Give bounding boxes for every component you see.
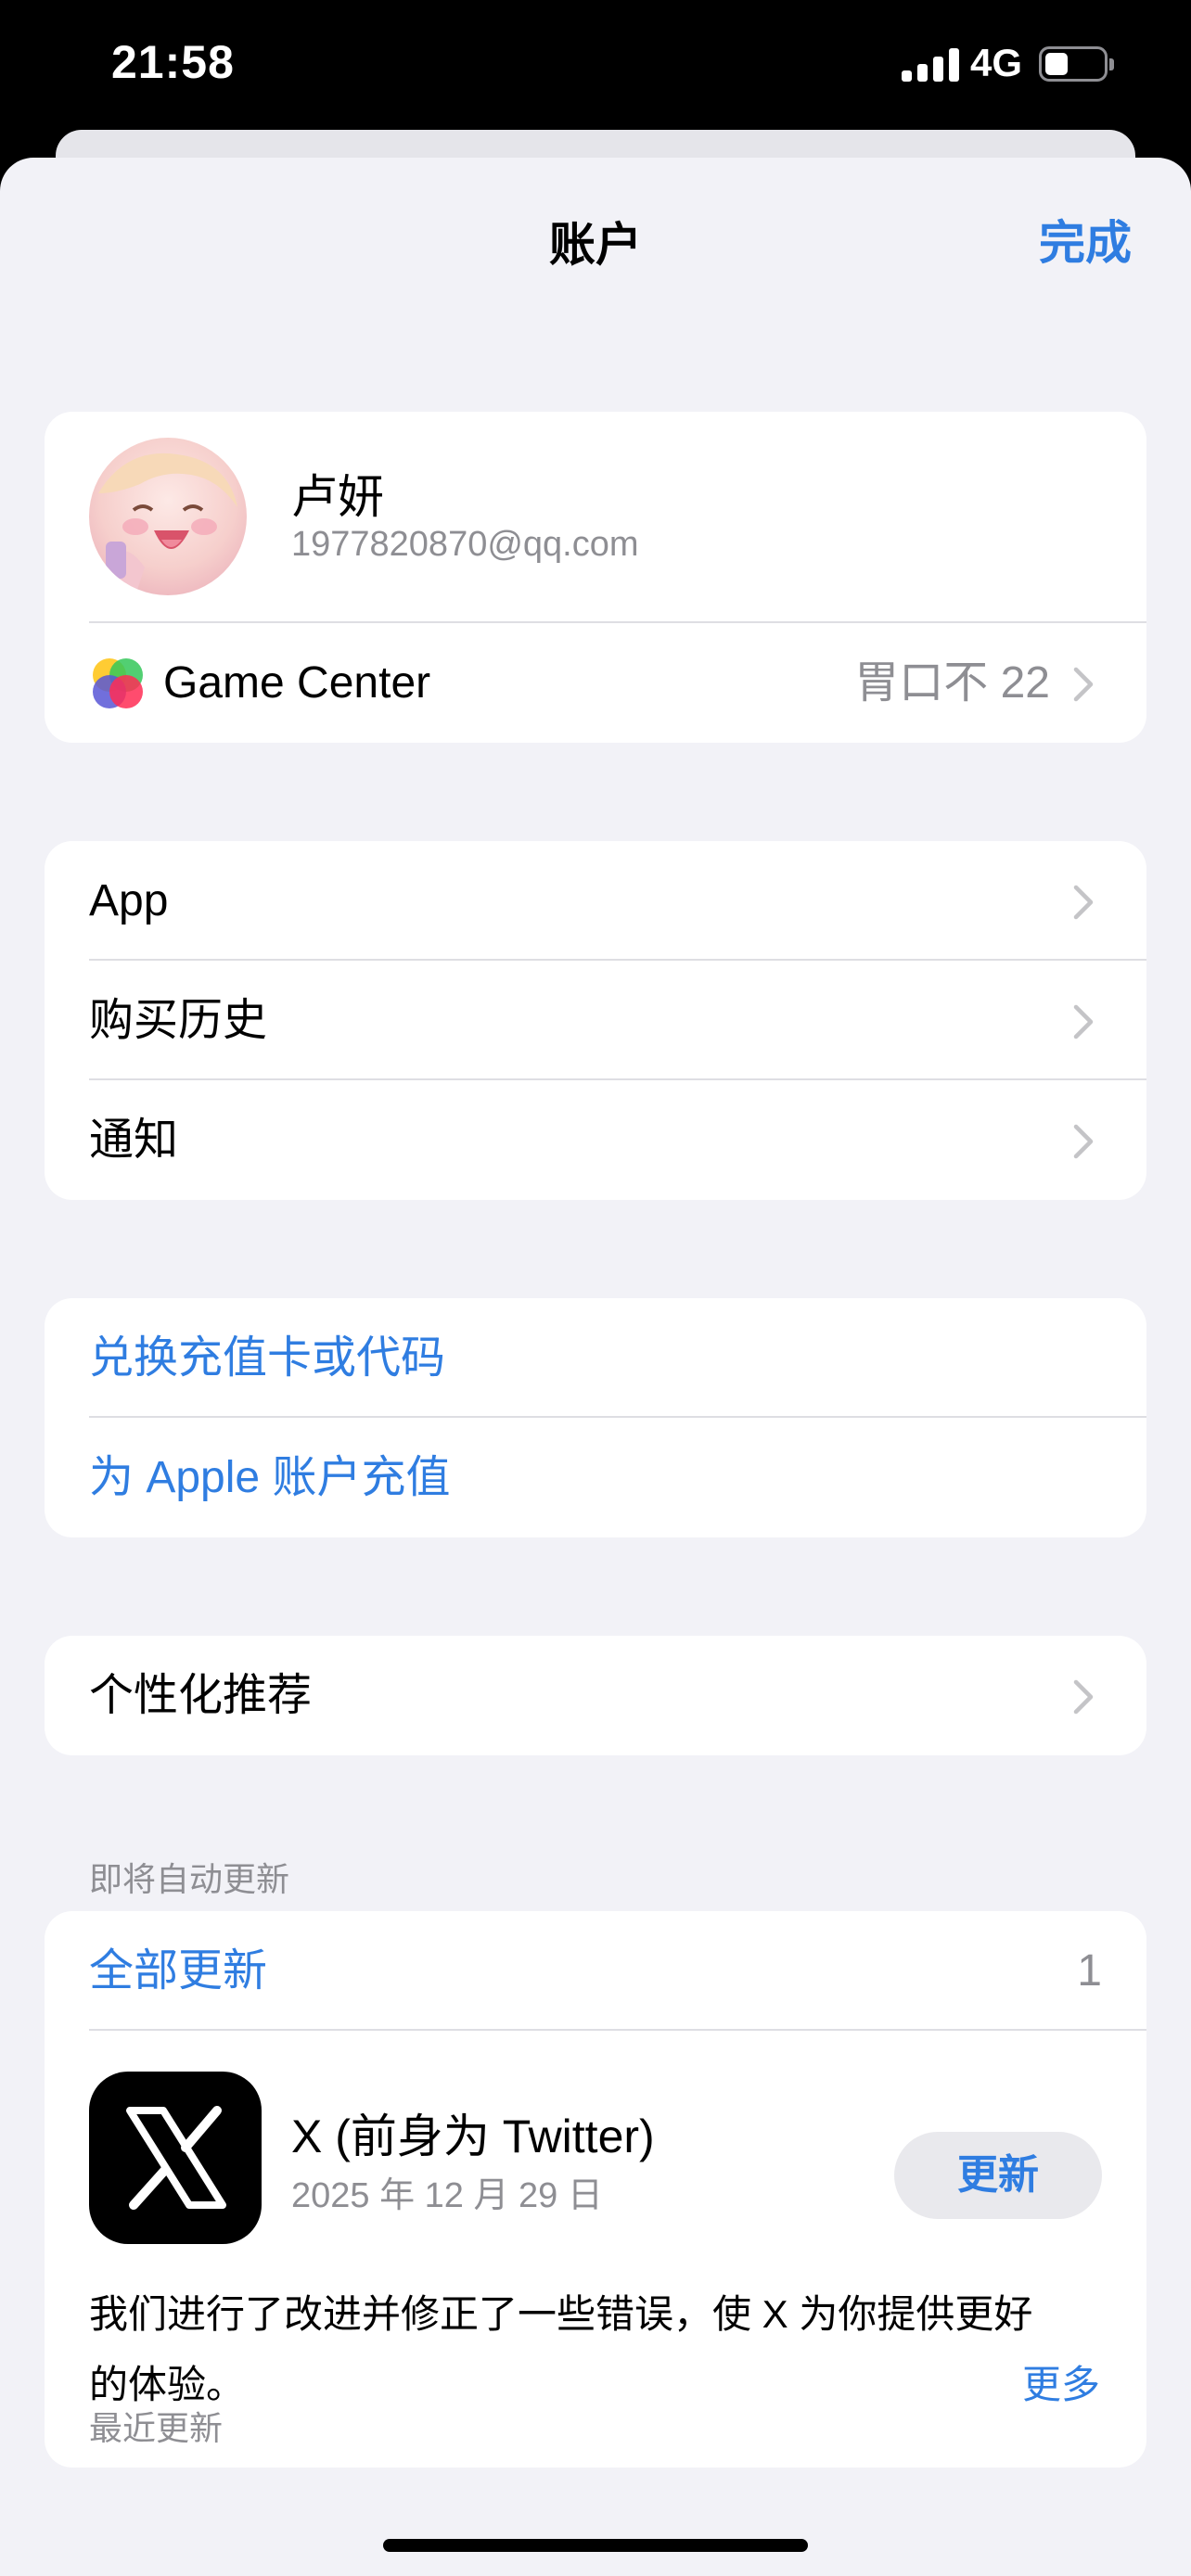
game-center-icon: [93, 658, 143, 708]
redeem-label: 兑换充值卡或代码: [89, 1333, 446, 1383]
add-funds-link[interactable]: 为 Apple 账户充值: [45, 1418, 1146, 1537]
page-title: 账户: [549, 219, 642, 271]
app-update-date: 2025 年 12 月 29 日: [291, 2176, 603, 2215]
profile-group: 卢妍 1977820870@qq.com Game Center 胃口不 22: [45, 412, 1146, 743]
profile-name: 卢妍: [291, 471, 384, 523]
status-time: 21:58: [111, 36, 235, 88]
chevron-right-icon: [1073, 1124, 1094, 1159]
update-button[interactable]: 更新: [894, 2132, 1102, 2219]
cellular-signal-icon: [902, 48, 959, 82]
chevron-right-icon: [1073, 1679, 1094, 1715]
personalization-group: 个性化推荐: [45, 1636, 1146, 1755]
home-indicator[interactable]: [383, 2539, 808, 2552]
update-count: 1: [1077, 1946, 1102, 1996]
update-all-button[interactable]: 全部更新: [89, 1911, 267, 2031]
add-funds-label: 为 Apple 账户充值: [89, 1453, 451, 1502]
game-center-label: Game Center: [163, 658, 431, 708]
update-all-row: 全部更新 1: [45, 1911, 1146, 2031]
personalized-recommendations-row[interactable]: 个性化推荐: [45, 1636, 1146, 1755]
chevron-right-icon: [1073, 667, 1094, 702]
game-center-nickname: 胃口不 22: [854, 658, 1050, 708]
menu-item-label: App: [89, 876, 169, 925]
upcoming-updates-header: 即将自动更新: [89, 1860, 290, 1898]
done-button[interactable]: 完成: [1039, 206, 1132, 273]
chevron-right-icon: [1073, 1004, 1094, 1039]
battery-icon: [1039, 46, 1114, 82]
chevron-right-icon: [1073, 885, 1094, 920]
personalization-label: 个性化推荐: [89, 1671, 313, 1720]
menu-item-apps[interactable]: App: [45, 841, 1146, 961]
menu-item-purchase-history[interactable]: 购买历史: [45, 961, 1146, 1080]
game-center-row[interactable]: Game Center 胃口不 22: [45, 623, 1146, 743]
status-bar: 21:58 4G: [0, 0, 1191, 130]
profile-row[interactable]: 卢妍 1977820870@qq.com: [45, 412, 1146, 623]
account-menu-group: App 购买历史 通知: [45, 841, 1146, 1200]
updates-group: 全部更新 1 X (前身为 Twitter) 2025 年 12 月 29 日 …: [45, 1911, 1146, 2468]
profile-email: 1977820870@qq.com: [291, 525, 639, 564]
x-app-icon[interactable]: [89, 2072, 262, 2244]
menu-item-label: 购买历史: [89, 996, 268, 1045]
menu-item-notifications[interactable]: 通知: [45, 1080, 1146, 1200]
more-link[interactable]: 更多: [1022, 2350, 1100, 2420]
network-type: 4G: [970, 41, 1023, 84]
avatar: [89, 438, 247, 595]
wallet-group: 兑换充值卡或代码 为 Apple 账户充值: [45, 1298, 1146, 1537]
menu-item-label: 通知: [89, 1116, 179, 1165]
release-notes: 我们进行了改进并修正了一些错误，使 X 为你提供更好的体验。: [89, 2292, 1033, 2406]
recent-updates-header: 最近更新: [89, 2409, 224, 2447]
app-name: X (前身为 Twitter): [291, 2111, 655, 2162]
account-sheet: 账户 完成 卢妍 1977820870@qq.com Game Center 胃…: [0, 158, 1191, 2576]
redeem-link[interactable]: 兑换充值卡或代码: [45, 1298, 1146, 1418]
